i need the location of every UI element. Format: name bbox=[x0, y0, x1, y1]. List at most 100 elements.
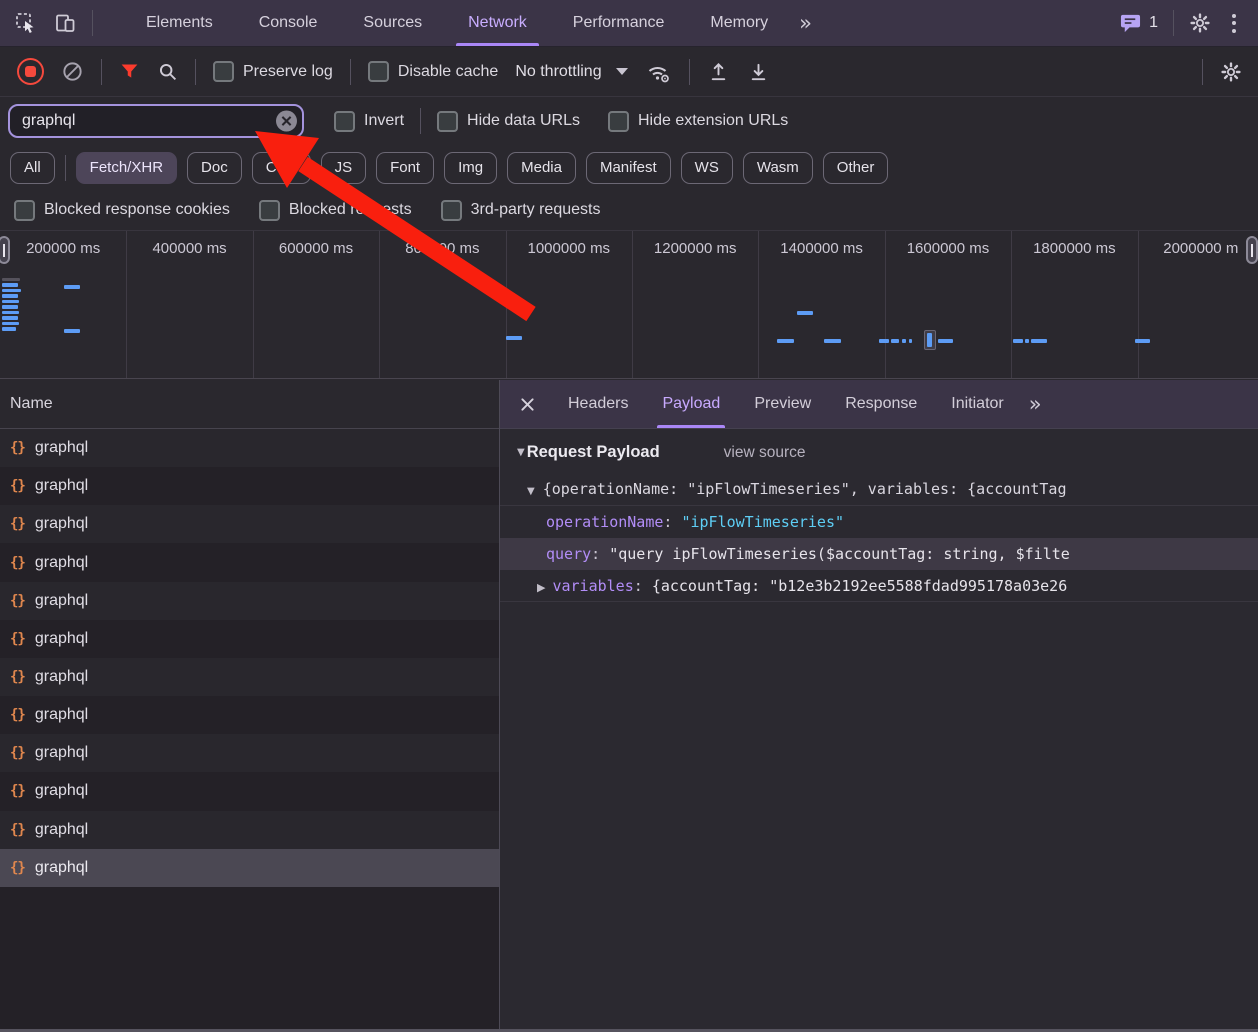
hide-extension-urls-checkbox[interactable]: Hide extension URLs bbox=[608, 111, 788, 132]
tab-elements[interactable]: Elements bbox=[123, 0, 236, 46]
waterfall-mark bbox=[891, 339, 899, 343]
disable-cache-checkbox[interactable]: Disable cache bbox=[368, 61, 499, 82]
blocked-response-cookies-checkbox[interactable]: Blocked response cookies bbox=[14, 200, 230, 221]
filter-chip-other[interactable]: Other bbox=[823, 152, 889, 184]
waterfall-mark bbox=[1013, 339, 1023, 343]
tab-performance[interactable]: Performance bbox=[550, 0, 688, 46]
filter-chip-wasm[interactable]: Wasm bbox=[743, 152, 813, 184]
import-har-icon[interactable] bbox=[707, 60, 730, 83]
request-row[interactable]: {}graphql bbox=[0, 543, 499, 581]
detail-tab-strip: HeadersPayloadPreviewResponseInitiator » bbox=[500, 380, 1258, 429]
filter-chip-font[interactable]: Font bbox=[376, 152, 434, 184]
close-details-icon[interactable] bbox=[516, 393, 539, 416]
device-toolbar-icon[interactable] bbox=[53, 11, 77, 35]
payload-value: "query ipFlowTimeseries($accountTag: str… bbox=[609, 545, 1070, 563]
request-row[interactable]: {}graphql bbox=[0, 811, 499, 849]
payload-row-variables[interactable]: ▶variables: {accountTag: "b12e3b2192ee55… bbox=[500, 570, 1258, 602]
network-filter-field[interactable] bbox=[8, 104, 304, 138]
search-icon[interactable] bbox=[157, 61, 178, 82]
filter-chip-doc[interactable]: Doc bbox=[187, 152, 242, 184]
timeline-tick-label: 800000 ms bbox=[379, 240, 505, 257]
tab-memory[interactable]: Memory bbox=[687, 0, 791, 46]
json-braces-icon: {} bbox=[10, 669, 25, 685]
payload-summary-row[interactable]: ▼{operationName: "ipFlowTimeseries", var… bbox=[500, 473, 1258, 506]
more-tabs-icon[interactable]: » bbox=[799, 11, 812, 35]
request-row[interactable]: {}graphql bbox=[0, 620, 499, 658]
payload-row-query[interactable]: query: "query ipFlowTimeseries($accountT… bbox=[500, 538, 1258, 570]
request-row[interactable]: {}graphql bbox=[0, 505, 499, 543]
request-row[interactable]: {}graphql bbox=[0, 658, 499, 696]
export-har-icon[interactable] bbox=[747, 60, 770, 83]
request-row[interactable]: {}graphql bbox=[0, 734, 499, 772]
more-options-menu-icon[interactable] bbox=[1226, 12, 1242, 35]
filter-chip-img[interactable]: Img bbox=[444, 152, 497, 184]
request-row[interactable]: {}graphql bbox=[0, 849, 499, 887]
clear-filter-icon[interactable] bbox=[276, 111, 297, 132]
request-name: graphql bbox=[35, 744, 88, 762]
detail-tab-preview[interactable]: Preview bbox=[737, 380, 828, 428]
request-row[interactable]: {}graphql bbox=[0, 467, 499, 505]
request-payload-section[interactable]: ▼ Request Payload view source bbox=[500, 429, 1258, 473]
json-braces-icon: {} bbox=[10, 631, 25, 647]
filter-chip-manifest[interactable]: Manifest bbox=[586, 152, 671, 184]
network-conditions-icon[interactable] bbox=[645, 60, 672, 84]
tab-console[interactable]: Console bbox=[236, 0, 341, 46]
request-payload-title: Request Payload bbox=[527, 443, 660, 462]
tab-sources[interactable]: Sources bbox=[340, 0, 445, 46]
payload-colon: : bbox=[591, 545, 609, 563]
hide-data-urls-checkbox[interactable]: Hide data URLs bbox=[437, 111, 580, 132]
network-toolbar: Preserve log Disable cache No throttling bbox=[0, 47, 1258, 97]
json-braces-icon: {} bbox=[10, 822, 25, 838]
advanced-filters-row: Blocked response cookies Blocked requests… bbox=[0, 190, 1258, 231]
waterfall-mark bbox=[506, 336, 522, 340]
request-row[interactable]: {}graphql bbox=[0, 582, 499, 620]
request-row[interactable]: {}graphql bbox=[0, 696, 499, 734]
filter-chip-css[interactable]: CSS bbox=[252, 152, 311, 184]
request-row[interactable]: {}graphql bbox=[0, 772, 499, 810]
expand-triangle-icon[interactable]: ▼ bbox=[527, 486, 535, 497]
request-type-filter-chips: All Fetch/XHR Doc CSS JS Font Img Media Manifest… bbox=[0, 145, 1258, 190]
filter-chip-media[interactable]: Media bbox=[507, 152, 576, 184]
network-settings-gear-icon[interactable] bbox=[1220, 61, 1242, 83]
request-name: graphql bbox=[35, 477, 88, 495]
filter-funnel-icon[interactable] bbox=[119, 61, 140, 82]
detail-tab-payload[interactable]: Payload bbox=[645, 380, 737, 428]
timeline-tick-label: 200000 ms bbox=[0, 240, 126, 257]
issues-button[interactable]: 1 bbox=[1119, 13, 1158, 34]
more-detail-tabs-icon[interactable]: » bbox=[1029, 392, 1042, 416]
detail-tab-headers[interactable]: Headers bbox=[551, 380, 645, 428]
network-overview-timeline[interactable]: 200000 ms400000 ms600000 ms800000 ms1000… bbox=[0, 231, 1258, 379]
view-source-toggle[interactable]: view source bbox=[724, 444, 806, 462]
devtools-top-bar: ElementsConsoleSourcesNetworkPerformance… bbox=[0, 0, 1258, 47]
waterfall-mark bbox=[64, 329, 80, 333]
clear-network-log-icon[interactable] bbox=[61, 60, 84, 83]
inspect-element-icon[interactable] bbox=[14, 11, 38, 35]
json-braces-icon: {} bbox=[10, 440, 25, 456]
filter-chip-all[interactable]: All bbox=[10, 152, 55, 184]
waterfall-mark bbox=[824, 339, 841, 343]
name-column-header[interactable]: Name bbox=[0, 380, 499, 429]
throttling-dropdown[interactable]: No throttling bbox=[515, 63, 627, 81]
filter-chip-ws[interactable]: WS bbox=[681, 152, 733, 184]
filter-chip-fetch-xhr[interactable]: Fetch/XHR bbox=[76, 152, 177, 184]
record-network-log-icon[interactable] bbox=[17, 58, 44, 85]
settings-gear-icon[interactable] bbox=[1189, 12, 1211, 34]
detail-tab-initiator[interactable]: Initiator bbox=[934, 380, 1020, 428]
preserve-log-checkbox[interactable]: Preserve log bbox=[213, 61, 333, 82]
overview-right-drag-handle[interactable] bbox=[1246, 236, 1258, 264]
3rd-party-requests-checkbox[interactable]: 3rd-party requests bbox=[441, 200, 601, 221]
json-braces-icon: {} bbox=[10, 516, 25, 532]
tab-network[interactable]: Network bbox=[445, 0, 550, 46]
detail-tab-response[interactable]: Response bbox=[828, 380, 934, 428]
3rd-party-requests-label: 3rd-party requests bbox=[471, 201, 601, 219]
payload-row-operationname[interactable]: operationName: "ipFlowTimeseries" bbox=[500, 506, 1258, 538]
collapse-triangle-icon[interactable]: ▼ bbox=[517, 447, 525, 458]
blocked-requests-checkbox[interactable]: Blocked requests bbox=[259, 200, 412, 221]
timeline-tick-label: 1400000 ms bbox=[758, 240, 884, 257]
network-filter-input[interactable] bbox=[20, 111, 270, 131]
request-row[interactable]: {}graphql bbox=[0, 429, 499, 467]
overview-left-drag-handle[interactable] bbox=[0, 236, 10, 264]
filter-chip-js[interactable]: JS bbox=[321, 152, 367, 184]
expand-triangle-icon[interactable]: ▶ bbox=[537, 581, 545, 594]
invert-checkbox[interactable]: Invert bbox=[334, 111, 404, 132]
